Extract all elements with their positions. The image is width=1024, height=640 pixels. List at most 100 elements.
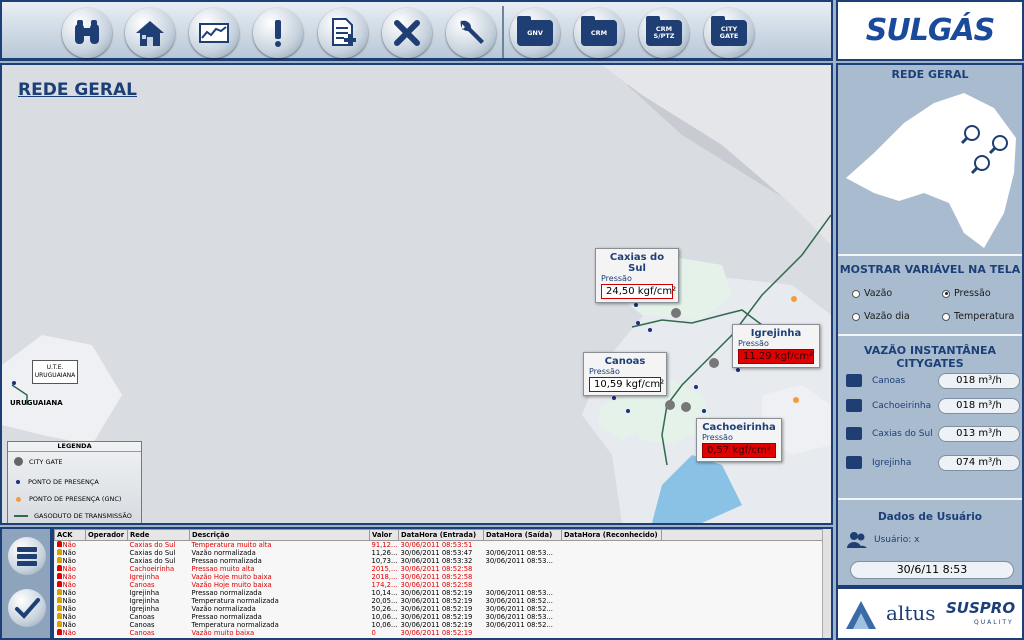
home-button[interactable]	[125, 8, 175, 58]
table-row[interactable]: Não Canoas Vazão muito baixa 0 30/06/2011 08…	[55, 629, 824, 637]
table-row[interactable]: Não Caxias do Sul Temperatura muito alta 91…	[55, 541, 824, 550]
table-cell: 2018,...	[371, 573, 398, 581]
bell-icon	[56, 549, 62, 555]
column-header[interactable]: Valor	[369, 529, 399, 541]
folder-icon: CRM S/PTZ	[646, 16, 682, 46]
table-cell	[662, 605, 824, 613]
close-button[interactable]	[382, 8, 432, 58]
column-header[interactable]: Descrição	[189, 529, 370, 541]
table-cell	[662, 629, 824, 637]
table-cell: Temperatura normalizada	[191, 621, 279, 629]
legend-item-presence: PONTO DE PRESENÇA	[14, 478, 99, 486]
ack-cell: Não	[55, 621, 86, 629]
pipeline-line-icon	[14, 515, 28, 517]
radio-vazao[interactable]: Vazão	[852, 288, 892, 299]
settings-button[interactable]	[446, 8, 496, 58]
vertical-scrollbar[interactable]	[822, 529, 831, 638]
table-cell	[662, 541, 824, 550]
variable-title: MOSTRAR VARIÁVEL NA TELA	[839, 263, 1021, 276]
table-cell: 30/06/2011 08:52:19	[400, 613, 473, 621]
radio-button[interactable]	[852, 289, 860, 298]
bell-icon	[56, 621, 62, 627]
city-gate-marker-icon	[14, 457, 23, 466]
flow-row-cachoeirinha[interactable]: Cachoeirinha 018 m³/h	[846, 396, 1020, 416]
city-card-cachoeirinha[interactable]: Cachoeirinha Pressão 0,57 kgf/cm²	[696, 418, 782, 462]
city-name: Canoas	[604, 356, 646, 367]
table-row[interactable]: Não Igrejinha Pressao normalizada 10,14... 3…	[55, 589, 824, 597]
table-cell	[86, 629, 128, 637]
table-row[interactable]: Não Igrejinha Temperatura normalizada 20,05…	[55, 597, 824, 605]
table-row[interactable]: Não Canoas Temperatura normalizada 10,06...…	[55, 621, 824, 629]
altus-mark-icon	[846, 601, 876, 629]
column-header[interactable]: DataHora (Reconhecido)	[561, 529, 662, 541]
radio-button[interactable]	[942, 312, 950, 321]
folder-button-crm-sptz[interactable]: CRM S/PTZ	[639, 8, 689, 58]
table-cell	[86, 573, 128, 581]
table-row[interactable]: Não Canoas Vazão Hoje muito baixa 174,2... 3…	[55, 581, 824, 589]
folder-icon	[846, 427, 862, 440]
bell-icon	[56, 605, 62, 611]
add-report-button[interactable]	[318, 8, 368, 58]
flow-row-canoas[interactable]: Canoas 018 m³/h	[846, 371, 1020, 391]
radio-button[interactable]	[942, 289, 950, 298]
stack-icon	[17, 547, 37, 566]
uruguaiana-label: URUGUAIANA	[10, 399, 63, 407]
table-row[interactable]: Não Cachoeirinha Pressao muito alta 2015,..…	[55, 565, 824, 573]
scada-screen: GNV CRM CRM S/PTZ CITY GATE SULGÁS REDE …	[0, 0, 1024, 640]
acknowledge-button[interactable]	[8, 589, 46, 627]
table-row[interactable]: Não Igrejinha Vazão normalizada 50,26... 30/…	[55, 605, 824, 613]
table-cell	[562, 541, 662, 550]
table-cell: Temperatura normalizada	[191, 597, 279, 605]
table-cell	[562, 581, 662, 589]
table-row[interactable]: Não Canoas Pressao normalizada 10,06... 30/0…	[55, 613, 824, 621]
radio-button[interactable]	[852, 312, 860, 321]
table-cell: Temperatura muito alta	[191, 541, 272, 549]
ack-cell: Não	[55, 541, 86, 549]
table-cell	[662, 597, 824, 605]
table-cell: 30/06/2011 08:52:19	[400, 621, 473, 629]
alerts-button[interactable]	[253, 8, 303, 58]
table-row[interactable]: Não Caxias do Sul Vazão normalizada 11,26..…	[55, 549, 824, 557]
table-row[interactable]: Não Caxias do Sul Pressao normalizada 10,73…	[55, 557, 824, 565]
right-panel: REDE GERAL MOSTRAR VARIÁVEL NA TELA Vazã…	[836, 63, 1024, 587]
trend-button[interactable]	[189, 8, 239, 58]
ack-cell: Não	[55, 581, 86, 589]
column-header[interactable]: DataHora (Saída)	[483, 529, 562, 541]
city-card-caxias-do-sul[interactable]: Caxias do Sul Pressão 24,50 kgf/cm²	[595, 248, 679, 303]
table-cell: Cachoeirinha	[129, 565, 175, 573]
radio-vazao-dia[interactable]: Vazão dia	[852, 311, 910, 322]
alarm-list-button[interactable]	[8, 537, 46, 575]
city-label: Pressão	[601, 274, 632, 283]
table-cell: Vazão normalizada	[191, 605, 256, 613]
map-title: REDE GERAL	[18, 80, 137, 100]
state-overview-map[interactable]	[844, 83, 1020, 255]
folder-button-city-gate[interactable]: CITY GATE	[704, 8, 754, 58]
column-header[interactable]: ACK	[54, 529, 86, 541]
flow-row-igrejinha[interactable]: Igrejinha 074 m³/h	[846, 453, 1020, 473]
add-report-icon	[332, 18, 356, 46]
radio-temperatura[interactable]: Temperatura	[942, 311, 1014, 322]
column-header[interactable]: DataHora (Entrada)	[398, 529, 484, 541]
radio-pressao[interactable]: Pressão	[942, 288, 991, 299]
folder-icon	[846, 456, 862, 469]
user-title: Dados de Usuário	[877, 511, 983, 523]
table-cell: Canoas	[129, 629, 155, 637]
binoculars-button[interactable]	[62, 8, 112, 58]
city-card-igrejinha[interactable]: Igrejinha Pressão 11,29 kgf/cm²	[732, 324, 820, 368]
ack-cell: Não	[55, 629, 86, 637]
table-cell: 30/06/2011 08:53:47	[400, 549, 473, 557]
table-cell: Caxias do Sul	[129, 541, 176, 549]
table-row[interactable]: Não Igrejinha Vazão Hoje muito baixa 2018,.…	[55, 573, 824, 581]
folder-button-gnv[interactable]: GNV	[510, 8, 560, 58]
table-cell	[562, 613, 662, 621]
table-cell	[662, 549, 824, 557]
wrench-icon	[460, 20, 484, 44]
column-header[interactable]: Operador	[85, 529, 128, 541]
ute-uruguaiana-label[interactable]: U.T.E. URUGUAIANA	[32, 360, 78, 384]
flow-row-caxias-do-sul[interactable]: Caxias do Sul 013 m³/h	[846, 424, 1020, 444]
folder-button-crm[interactable]: CRM	[574, 8, 624, 58]
divider	[838, 254, 1022, 256]
table-cell: 30/06/2011 08:52:58	[400, 573, 473, 581]
column-header[interactable]: Rede	[127, 529, 190, 541]
city-card-canoas[interactable]: Canoas Pressão 10,59 kgf/cm²	[583, 352, 667, 396]
